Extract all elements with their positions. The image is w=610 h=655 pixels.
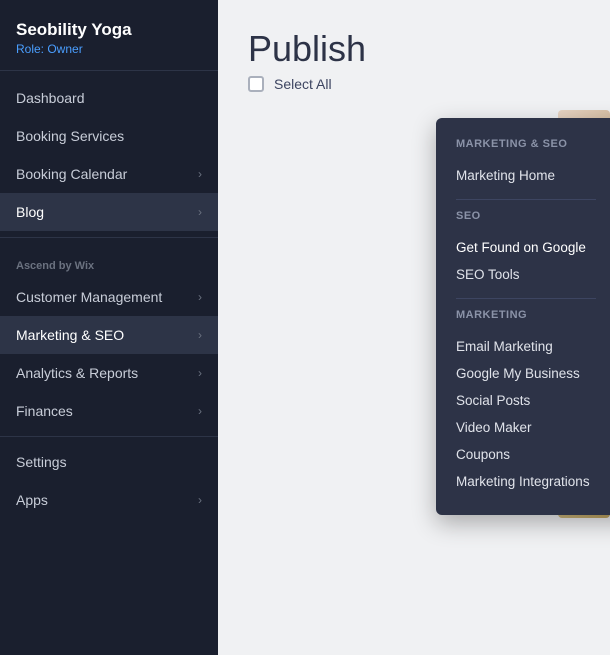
- chevron-right-icon: ›: [198, 205, 202, 219]
- dropdown-item-marketing-home[interactable]: Marketing Home: [456, 162, 596, 189]
- chevron-right-icon: ›: [198, 167, 202, 181]
- dropdown-item-seo-tools[interactable]: SEO Tools: [456, 261, 596, 288]
- ascend-label: Ascend by Wix: [0, 244, 218, 278]
- sidebar: Seobility Yoga Role: Owner Dashboard Boo…: [0, 0, 218, 655]
- brand-role: Role: Owner: [16, 42, 202, 56]
- sidebar-item-customer-management[interactable]: Customer Management ›: [0, 278, 218, 316]
- sidebar-brand: Seobility Yoga Role: Owner: [0, 0, 218, 71]
- chevron-right-icon: ›: [198, 366, 202, 380]
- chevron-right-icon: ›: [198, 290, 202, 304]
- select-all-row: Select All: [228, 76, 610, 92]
- dropdown-divider-1: [456, 199, 596, 200]
- chevron-right-icon: ›: [198, 328, 202, 342]
- nav-divider: [0, 237, 218, 238]
- sidebar-item-apps[interactable]: Apps ›: [0, 481, 218, 519]
- sidebar-item-dashboard[interactable]: Dashboard: [0, 79, 218, 117]
- select-all-checkbox[interactable]: [248, 76, 264, 92]
- dropdown-item-email-marketing[interactable]: Email Marketing: [456, 333, 596, 360]
- sidebar-item-settings[interactable]: Settings: [0, 443, 218, 481]
- chevron-right-icon: ›: [198, 404, 202, 418]
- chevron-right-icon: ›: [198, 493, 202, 507]
- sidebar-item-analytics-reports[interactable]: Analytics & Reports ›: [0, 354, 218, 392]
- sidebar-item-finances[interactable]: Finances ›: [0, 392, 218, 430]
- nav-divider-2: [0, 436, 218, 437]
- sidebar-item-blog[interactable]: Blog ›: [0, 193, 218, 231]
- dropdown-section-title-mkt: Marketing: [456, 309, 596, 321]
- sidebar-item-booking-calendar[interactable]: Booking Calendar ›: [0, 155, 218, 193]
- main-content: Publish Select All Marketing & SEO Marke…: [218, 0, 610, 655]
- dropdown-col-left: Marketing & SEO Marketing Home SEO Get F…: [436, 138, 610, 499]
- dropdown-section-title-marketing: Marketing & SEO: [456, 138, 596, 150]
- dropdown-item-video-maker[interactable]: Video Maker: [456, 414, 596, 441]
- sidebar-item-booking-services[interactable]: Booking Services: [0, 117, 218, 155]
- sidebar-nav: Dashboard Booking Services Booking Calen…: [0, 71, 218, 655]
- dropdown-divider-2: [456, 298, 596, 299]
- dropdown-item-coupons[interactable]: Coupons: [456, 441, 596, 468]
- select-all-label[interactable]: Select All: [274, 76, 332, 92]
- dropdown-item-marketing-integrations[interactable]: Marketing Integrations: [456, 468, 596, 495]
- dropdown-section-seo: SEO Get Found on Google SEO Tools: [456, 210, 596, 299]
- brand-name: Seobility Yoga: [16, 20, 202, 40]
- sidebar-item-marketing-seo[interactable]: Marketing & SEO ›: [0, 316, 218, 354]
- marketing-seo-dropdown: Marketing & SEO Marketing Home SEO Get F…: [436, 118, 610, 515]
- dropdown-section-marketing: Marketing Email Marketing Google My Busi…: [456, 309, 596, 495]
- dropdown-section-marketing-seo: Marketing & SEO Marketing Home: [456, 138, 596, 200]
- dropdown-section-title-seo: SEO: [456, 210, 596, 222]
- dropdown-item-google-my-business[interactable]: Google My Business: [456, 360, 596, 387]
- dropdown-item-get-found-google[interactable]: Get Found on Google: [456, 234, 596, 261]
- dropdown-item-social-posts[interactable]: Social Posts: [456, 387, 596, 414]
- page-title: Publish: [248, 28, 580, 70]
